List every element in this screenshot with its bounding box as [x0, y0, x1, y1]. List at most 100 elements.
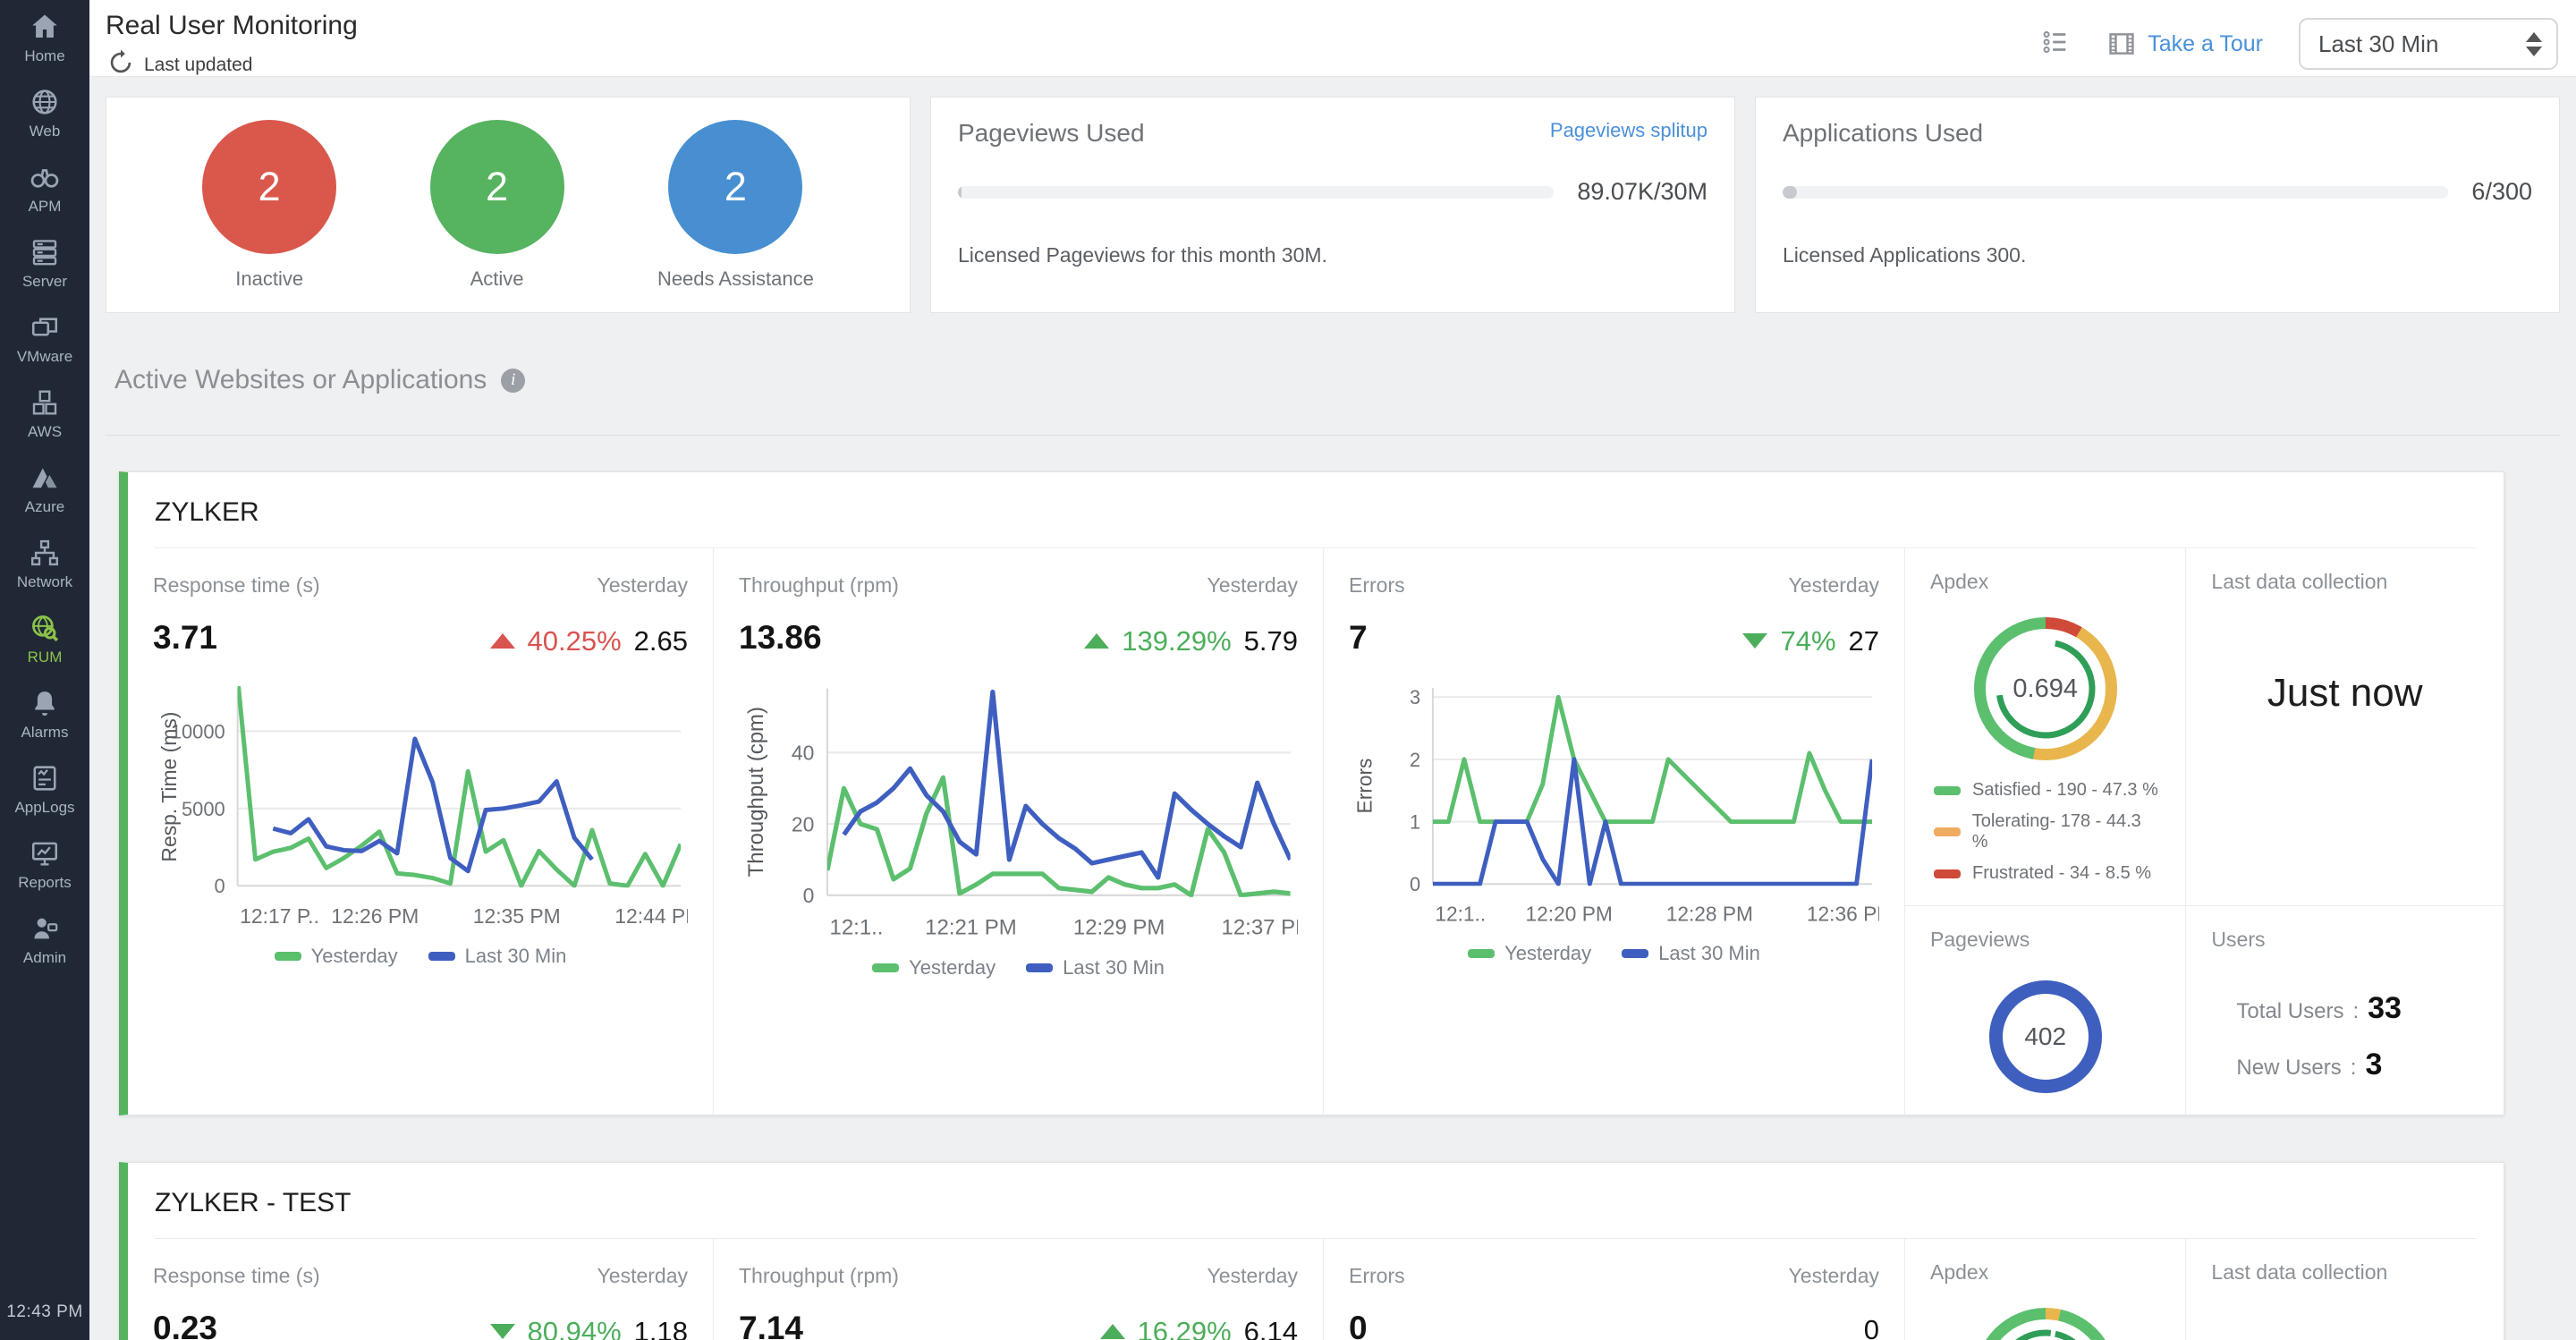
apdex-value: 0.694 [2012, 674, 2078, 703]
sidebar-clock: 12:43 PM [6, 1302, 83, 1321]
sidebar-item-label: AppLogs [14, 799, 75, 816]
sidebar-item-applogs[interactable]: AppLogs [14, 762, 75, 817]
svg-text:20: 20 [792, 812, 814, 835]
last-updated-label: Last updated [144, 55, 253, 75]
svg-text:0: 0 [215, 875, 225, 897]
sidebar-item-aws[interactable]: AWS [14, 386, 74, 441]
aws-boxes-icon [32, 390, 57, 415]
app-title[interactable]: ZYLKER [128, 472, 2504, 547]
sidebar-item-azure[interactable]: Azure [14, 462, 74, 516]
status-label: Active [470, 267, 524, 290]
metric-label: Response time (s) [153, 1264, 320, 1287]
sidebar-item-server[interactable]: Server [14, 236, 74, 291]
section-header: Active Websites or Applications i [114, 365, 2551, 395]
apdex-panel: Apdex 0.983 Satisfied - 200 - 96.6 % [1905, 1239, 2187, 1340]
apdex-label: Apdex [1930, 570, 1989, 593]
metric-period-label: Yesterday [1788, 1264, 1879, 1287]
svg-text:12:1..: 12:1.. [830, 915, 884, 939]
metric-yesterday-value: 1.18 [633, 1315, 688, 1340]
status-summary-card: 2 Inactive 2 Active 2 Needs Assistance [106, 97, 911, 313]
users-label: Users [2211, 928, 2266, 951]
sidebar-item-rum[interactable]: RUM [14, 612, 74, 666]
sidebar-item-home[interactable]: Home [14, 11, 74, 65]
sidebar: Home Web APM Server VMware AWS Azure Network RUM… [0, 0, 89, 1340]
svg-text:2: 2 [1410, 748, 1420, 770]
metric-col-throughput: Throughput (rpm) Yesterday 7.14 16.29% 6… [714, 1239, 1324, 1340]
svg-text:3: 3 [1410, 686, 1420, 708]
svg-text:12:28 PM: 12:28 PM [1666, 902, 1753, 925]
sidebar-item-label: Admin [22, 949, 67, 966]
delta-percent: 40.25% [527, 624, 622, 657]
metric-yesterday-value: 5.79 [1243, 624, 1298, 657]
film-icon [2109, 33, 2134, 55]
pageviews-used-card: Pageviews Used Pageviews splitup 89.07K/… [930, 97, 1735, 313]
svg-text:12:26 PM: 12:26 PM [331, 904, 419, 928]
metric-label: Throughput (rpm) [739, 573, 899, 597]
svg-text:12:37 PM: 12:37 PM [1222, 915, 1298, 939]
azure-icon [32, 468, 57, 488]
admin-person-icon [34, 918, 58, 939]
time-range-value: Last 30 Min [2318, 30, 2439, 57]
sidebar-item-label: Azure [24, 498, 65, 515]
status-stat-active[interactable]: 2 Active [429, 119, 564, 291]
apdex-panel: Apdex 0.694 Satisfied - 190 - 47.3 % Tole… [1905, 548, 2187, 906]
legend-swatch-icon [1934, 869, 1961, 878]
sidebar-item-reports[interactable]: Reports [14, 837, 74, 892]
binoculars-icon [30, 169, 59, 188]
sidebar-item-network[interactable]: Network [14, 537, 74, 591]
delta-up-triangle-icon [1099, 1324, 1125, 1339]
users-row: New Users:3 [2236, 1047, 2383, 1081]
metric-label: Errors [1349, 573, 1405, 597]
delta-percent: 16.29% [1137, 1315, 1232, 1340]
metric-period-label: Yesterday [1207, 1264, 1298, 1287]
section-divider [106, 435, 2560, 436]
throughput-chart: 0 20 40 Throughput (cpm) 12:1.. 12:21 PM 12:29… [739, 675, 1298, 955]
vmware-icon [31, 318, 58, 336]
globe-icon [32, 89, 57, 114]
status-label: Inactive [235, 267, 304, 290]
sidebar-item-web[interactable]: Web [14, 86, 74, 140]
app-title[interactable]: ZYLKER - TEST [128, 1163, 2504, 1238]
svg-text:12:29 PM: 12:29 PM [1073, 915, 1165, 939]
metric-period-label: Yesterday [1207, 573, 1298, 597]
sidebar-item-admin[interactable]: Admin [14, 912, 74, 967]
pageviews-ring: 402 [1988, 980, 2102, 1093]
metric-current-value: 13.86 [739, 619, 822, 656]
svg-text:0: 0 [803, 884, 815, 907]
sidebar-item-label: Reports [18, 874, 72, 891]
refresh-icon[interactable] [106, 47, 136, 83]
legend-swatch-icon [1622, 949, 1649, 958]
legend-swatch-icon [1934, 785, 1961, 795]
metric-label: Errors [1349, 1264, 1405, 1287]
svg-text:12:21 PM: 12:21 PM [925, 915, 1016, 939]
checklist-icon[interactable] [2040, 27, 2071, 62]
status-count-circle: 2 [429, 119, 564, 254]
take-a-tour-label: Take a Tour [2148, 30, 2263, 56]
status-stat-needs-assistance[interactable]: 2 Needs Assistance [657, 119, 814, 291]
delta-down-triangle-icon [489, 1324, 515, 1339]
time-range-select[interactable]: Last 30 Min [2299, 18, 2558, 70]
applications-license-note: Licensed Applications 300. [1783, 243, 2027, 267]
delta-percent: 74% [1780, 624, 1836, 657]
last-data-collection-label: Last data collection [2211, 570, 2388, 593]
svg-text:12:20 PM: 12:20 PM [1526, 902, 1613, 925]
legend-swatch-icon [274, 951, 301, 961]
last-data-collection-value: Just now [2267, 671, 2423, 715]
applications-progress-bar [1783, 185, 2449, 199]
metric-col-throughput: Throughput (rpm) Yesterday 13.86 139.29%… [714, 548, 1324, 1115]
svg-text:40: 40 [792, 741, 814, 764]
chart-legend: Yesterday Last 30 Min [1349, 942, 1879, 965]
svg-text:12:17 P..: 12:17 P.. [240, 904, 319, 928]
sidebar-item-vmware[interactable]: VMware [14, 311, 74, 366]
status-count-circle: 2 [668, 119, 803, 254]
status-stat-inactive[interactable]: 2 Inactive [202, 119, 337, 291]
sidebar-item-apm[interactable]: APM [14, 161, 74, 216]
last-data-collection-label: Last data collection [2211, 1260, 2388, 1284]
app-card-zylker-test: ZYLKER - TEST Response time (s) Yesterda… [119, 1162, 2504, 1340]
sidebar-item-alarms[interactable]: Alarms [14, 687, 74, 742]
info-icon[interactable]: i [501, 368, 526, 393]
apdex-donut: 0.983 [1973, 1308, 2117, 1340]
pageviews-splitup-link[interactable]: Pageviews splitup [1550, 119, 1707, 142]
take-a-tour-button[interactable]: Take a Tour [2106, 29, 2263, 59]
svg-text:12:44 PM: 12:44 PM [614, 904, 688, 928]
